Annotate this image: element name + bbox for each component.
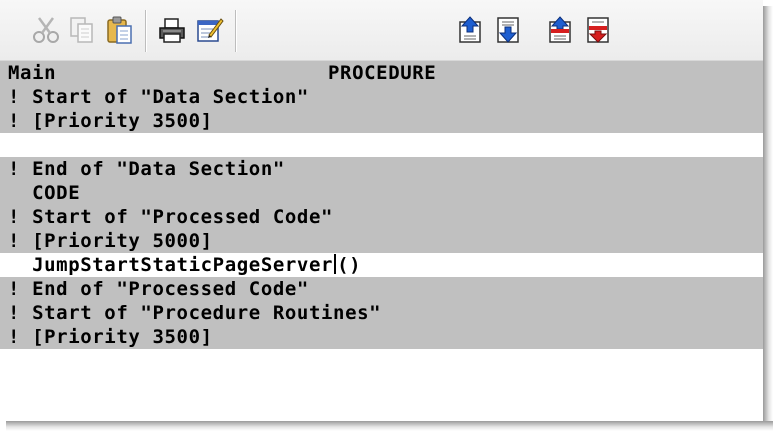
- toolbar: [0, 0, 763, 61]
- code-text: (): [337, 254, 362, 276]
- embed-comment-line[interactable]: ! Start of "Data Section": [0, 85, 763, 109]
- printer-icon: [159, 18, 185, 43]
- embed-comment-line[interactable]: ! [Priority 3500]: [0, 109, 763, 133]
- scissors-icon: [33, 17, 59, 43]
- editable-code-line[interactable]: [0, 133, 763, 157]
- embed-comment-line[interactable]: ! [Priority 5000]: [0, 229, 763, 253]
- editable-code-line[interactable]: [0, 349, 763, 421]
- embed-down-red-button[interactable]: [582, 14, 614, 46]
- editable-code-line[interactable]: JumpStartStaticPageServer(): [0, 253, 763, 277]
- edit-document-icon: [197, 18, 224, 42]
- procedure-name: Main: [8, 62, 57, 84]
- embed-up-button[interactable]: [454, 14, 486, 46]
- cut-button[interactable]: [30, 14, 62, 46]
- embed-up-red-button[interactable]: [544, 14, 576, 46]
- embed-down-red-icon: [587, 17, 609, 43]
- procedure-keyword: PROCEDURE: [328, 62, 437, 84]
- editor-window: Main PROCEDURE ! Start of "Data Section" …: [0, 0, 763, 421]
- paste-button[interactable]: [104, 14, 136, 46]
- copy-button[interactable]: [66, 14, 98, 46]
- code-keyword-line[interactable]: CODE: [0, 181, 763, 205]
- code-line[interactable]: Main PROCEDURE: [0, 61, 763, 85]
- code-editor[interactable]: Main PROCEDURE ! Start of "Data Section" …: [0, 61, 763, 421]
- paste-icon: [107, 16, 132, 44]
- code-text: JumpStartStaticPageServer: [8, 254, 334, 276]
- embed-down-button[interactable]: [492, 14, 524, 46]
- text-caret: [334, 254, 337, 274]
- copy-icon: [70, 17, 93, 43]
- embed-comment-line[interactable]: ! [Priority 3500]: [0, 325, 763, 349]
- embed-up-icon: [459, 16, 481, 43]
- embed-comment-line[interactable]: ! End of "Data Section": [0, 157, 763, 181]
- embed-down-icon: [497, 17, 519, 43]
- embed-comment-line[interactable]: ! End of "Processed Code": [0, 277, 763, 301]
- embed-up-red-icon: [549, 16, 571, 43]
- toolbar-separator: [235, 10, 236, 52]
- edit-button[interactable]: [194, 14, 226, 46]
- print-button[interactable]: [156, 14, 188, 46]
- window-shadow: [763, 6, 773, 431]
- embed-comment-line[interactable]: ! Start of "Procedure Routines": [0, 301, 763, 325]
- window-shadow: [6, 421, 773, 431]
- toolbar-separator: [145, 10, 146, 52]
- embed-comment-line[interactable]: ! Start of "Processed Code": [0, 205, 763, 229]
